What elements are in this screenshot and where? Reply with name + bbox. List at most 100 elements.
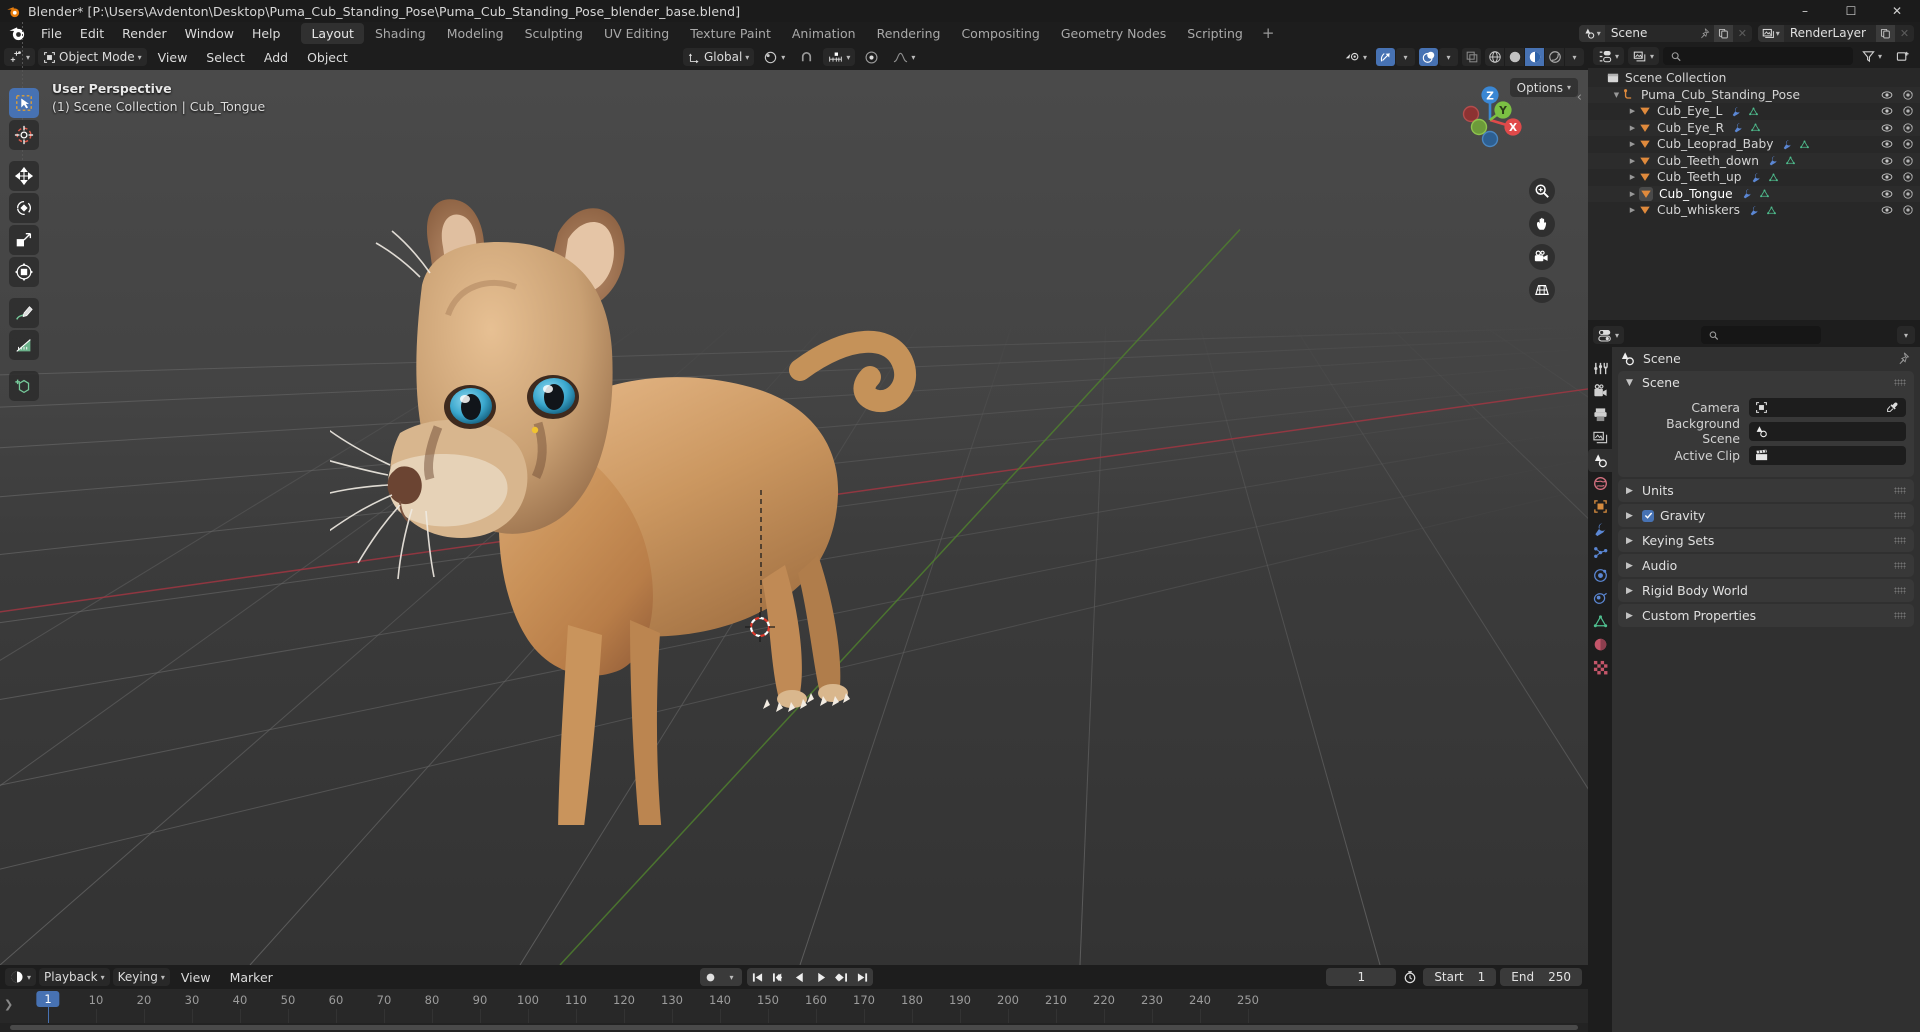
modifier-icon[interactable] [1749,205,1760,216]
auto-keying-options[interactable]: ▾ [721,968,742,986]
wireframe-shading-button[interactable] [1485,48,1504,66]
jump-to-end-button[interactable] [852,968,873,986]
panel-audio-header[interactable]: ▶ Audio [1618,554,1914,577]
object-mode-selector[interactable]: Object Mode ▾ [38,48,147,66]
pivot-point-selector[interactable]: ▾ [758,48,790,66]
view-layer-selector[interactable]: ▾ RenderLayer ✕ [1757,24,1914,42]
play-reverse-button[interactable] [789,968,810,986]
remove-view-layer-icon[interactable]: ✕ [1895,25,1914,42]
outliner-expander[interactable]: ▼ [1610,91,1623,99]
show-overlays-toggle[interactable] [1419,48,1438,66]
outliner-new-collection-button[interactable] [1891,47,1915,65]
outliner-expander[interactable]: ▶ [1626,173,1639,181]
tool-move[interactable] [9,161,39,191]
panel-keying-sets-header[interactable]: ▶ Keying Sets [1618,529,1914,552]
properties-tab-world[interactable] [1588,472,1612,495]
panel-grip[interactable] [1894,587,1906,594]
visibility-selector[interactable]: ▾ [1339,48,1372,66]
timeline-menu-view[interactable]: View [173,968,219,987]
menu-window[interactable]: Window [176,24,243,43]
hide-in-viewport-icon[interactable] [1881,204,1893,216]
mesh-data-icon[interactable] [1750,122,1761,133]
end-frame-field[interactable]: End 250 [1500,968,1582,986]
hide-in-viewport-icon[interactable] [1881,138,1893,150]
outliner-row-cub-whiskers[interactable]: ▶ Cub_whiskers [1588,202,1920,219]
hide-in-viewport-icon[interactable] [1881,171,1893,183]
outliner-row-cub-tongue[interactable]: ▶ Cub_Tongue [1588,185,1920,202]
jump-to-start-button[interactable] [747,968,768,986]
tab-compositing[interactable]: Compositing [951,23,1049,44]
tool-rotate[interactable] [9,193,39,223]
properties-tab-physics[interactable] [1588,564,1612,587]
delete-scene-icon[interactable]: ✕ [1733,25,1752,42]
properties-search-input[interactable] [1722,328,1813,342]
puma-cub-model[interactable] [330,165,950,825]
panel-grip[interactable] [1894,537,1906,544]
tool-scale[interactable] [9,225,39,255]
outliner-tree[interactable]: Scene Collection ▼ Puma_Cub_Standing_Pose ▶… [22,22,1920,320]
snap-magnet-toggle[interactable] [794,48,819,66]
menu-render[interactable]: Render [113,24,176,43]
pan-hand-icon[interactable] [1529,211,1555,237]
properties-tab-modifier[interactable] [1588,518,1612,541]
properties-tab-render[interactable] [1588,380,1612,403]
scene-selector[interactable]: ▾ Scene ✕ [1578,24,1752,42]
viewport-menu-add[interactable]: Add [256,48,296,67]
panel-grip[interactable] [1894,562,1906,569]
timeline-editor-type-selector[interactable]: ▾ [5,968,37,986]
eyedropper-icon[interactable] [1886,401,1899,414]
properties-search-box[interactable] [1700,326,1821,344]
navigation-gizmo[interactable]: Z Y X [1452,82,1528,158]
sidebar-collapse-arrow-icon[interactable]: ‹ [1577,90,1582,105]
viewport-menu-object[interactable]: Object [299,48,356,67]
mesh-data-icon[interactable] [1785,155,1796,166]
start-frame-field[interactable]: Start 1 [1423,968,1497,986]
hide-in-viewport-icon[interactable] [1881,155,1893,167]
modifier-icon[interactable] [1768,155,1779,166]
properties-options-button[interactable]: ▾ [1896,326,1915,344]
use-preview-range-icon[interactable] [1400,970,1419,984]
field-active-clip-input[interactable] [1749,445,1906,465]
hide-in-viewport-icon[interactable] [1881,122,1893,134]
overlay-options-chevron[interactable]: ▾ [1439,48,1458,66]
pin-properties-icon[interactable] [1897,351,1910,365]
tool-cursor[interactable] [9,120,39,150]
timeline-menu-playback[interactable]: Playback ▾ [39,968,110,986]
panel-grip[interactable] [1894,379,1906,386]
modifier-icon[interactable] [1733,122,1744,133]
camera-view-icon[interactable] [1529,244,1555,270]
toggle-perspective-icon[interactable] [1529,277,1555,303]
outliner-expander[interactable]: ▶ [1626,124,1639,132]
playhead-label[interactable]: 1 [36,991,60,1007]
show-gizmo-toggle[interactable] [1376,48,1395,66]
auto-keying-toggle[interactable] [700,968,721,986]
outliner-filter-button[interactable]: ▾ [1857,47,1887,65]
editor-type-selector[interactable]: ▾ [4,48,36,66]
gravity-checkbox[interactable] [1642,509,1654,522]
outliner-row-cub-eye-r[interactable]: ▶ Cub_Eye_R [1588,119,1920,136]
viewport-menu-select[interactable]: Select [198,48,253,67]
tool-select-box[interactable] [9,88,39,118]
tab-shading[interactable]: Shading [365,23,436,44]
panel-gravity-header[interactable]: ▶ Gravity [1618,504,1914,527]
panel-units-header[interactable]: ▶ Units [1618,479,1914,502]
properties-tab-object[interactable] [1588,495,1612,518]
tool-annotate[interactable] [9,298,39,328]
timeline-menu-keying[interactable]: Keying ▾ [112,968,170,986]
outliner-expander[interactable]: ▶ [1626,107,1639,115]
outliner-expander[interactable]: ▶ [1626,206,1639,214]
properties-tab-tool[interactable] [1588,357,1612,380]
panel-grip[interactable] [1894,512,1906,519]
menu-file[interactable]: File [32,24,71,43]
properties-tab-texture[interactable] [1588,656,1612,679]
outliner-row-puma-cub-standing-pose[interactable]: ▼ Puma_Cub_Standing_Pose [1588,86,1920,103]
gizmo-options-chevron[interactable]: ▾ [1396,48,1415,66]
tab-modeling[interactable]: Modeling [437,23,514,44]
hide-in-viewport-icon[interactable] [1881,89,1893,101]
panel-grip[interactable] [1894,612,1906,619]
snap-settings-selector[interactable]: ▾ [823,48,856,66]
rendered-shading-button[interactable] [1545,48,1564,66]
mesh-data-icon[interactable] [1766,205,1777,216]
tab-layout[interactable]: Layout [301,22,364,44]
mesh-data-icon[interactable] [1768,172,1779,183]
